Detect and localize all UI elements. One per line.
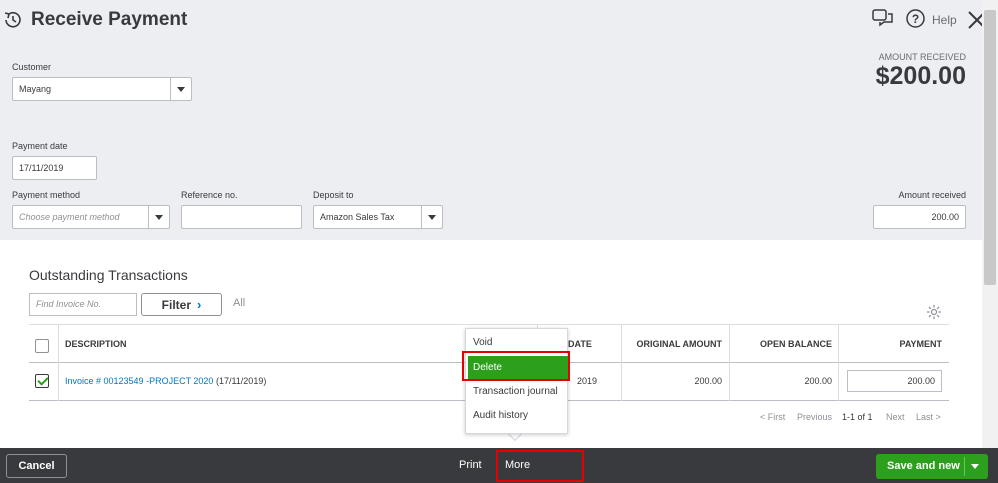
payment-method-placeholder: Choose payment method — [19, 212, 120, 222]
deposit-label: Deposit to — [313, 190, 354, 200]
save-split-divider — [964, 457, 965, 476]
column-header-description[interactable]: DESCRIPTION — [65, 339, 127, 349]
payment-date-field[interactable]: 17/11/2019 — [12, 156, 97, 180]
column-header-original-amount[interactable]: ORIGINAL AMOUNT — [637, 339, 723, 349]
history-icon[interactable] — [2, 9, 24, 31]
print-button[interactable]: Print — [459, 459, 482, 471]
pager-range: 1-1 of 1 — [842, 412, 873, 422]
cancel-button[interactable]: Cancel — [6, 454, 67, 478]
deposit-value: Amazon Sales Tax — [320, 212, 395, 222]
customer-label: Customer — [12, 62, 52, 72]
column-divider — [621, 324, 622, 401]
table-row-open-balance: 200.00 — [804, 376, 832, 386]
payment-method-select[interactable]: Choose payment method — [12, 205, 170, 229]
filter-label: Filter — [161, 297, 191, 312]
payment-header-panel — [0, 0, 982, 240]
column-divider — [729, 324, 730, 401]
svg-text:?: ? — [912, 12, 919, 26]
pager-next[interactable]: Next — [886, 412, 905, 422]
invoice-date: (17/11/2019) — [215, 376, 267, 386]
menu-item-transaction-journal[interactable]: Transaction journal — [473, 386, 558, 397]
column-header-payment[interactable]: PAYMENT — [899, 339, 942, 349]
amount-received-field[interactable]: 200.00 — [873, 205, 966, 229]
page-title: Receive Payment — [31, 9, 188, 30]
reference-label: Reference no. — [181, 190, 238, 200]
payment-date-label: Payment date — [12, 141, 68, 151]
column-divider — [58, 324, 59, 401]
column-header-date[interactable]: DATE — [568, 339, 592, 349]
invoice-link[interactable]: Invoice # 00123549 -PROJECT 2020 — [65, 376, 213, 386]
pager-first[interactable]: < First — [760, 412, 785, 422]
save-and-new-label[interactable]: Save and new — [887, 460, 960, 472]
reference-field[interactable] — [181, 205, 302, 229]
menu-item-audit-history[interactable]: Audit history — [473, 410, 528, 421]
more-menu: Void Delete Transaction journal Audit hi… — [465, 328, 568, 434]
amount-received-total: $200.00 — [875, 62, 966, 90]
row-checkbox[interactable] — [35, 374, 49, 388]
column-header-open-balance[interactable]: OPEN BALANCE — [760, 339, 832, 349]
filter-button[interactable]: Filter › — [141, 293, 222, 316]
gear-icon[interactable] — [926, 304, 942, 320]
table-row-original-amount: 200.00 — [694, 376, 722, 386]
delete-highlight-box — [462, 351, 570, 381]
scrollbar-thumb[interactable] — [984, 10, 996, 285]
feedback-icon[interactable] — [872, 9, 894, 29]
customer-select[interactable]: Mayang — [12, 77, 192, 101]
chevron-down-icon[interactable] — [170, 78, 191, 100]
help-icon[interactable]: ? — [906, 9, 925, 28]
pager-previous[interactable]: Previous — [797, 412, 832, 422]
find-invoice-input[interactable]: Find Invoice No. — [29, 293, 137, 316]
chevron-down-icon[interactable] — [421, 206, 442, 228]
amount-received-caption: AMOUNT RECEIVED — [878, 52, 966, 62]
filter-all-label: All — [233, 297, 246, 309]
chevron-down-icon[interactable] — [148, 206, 169, 228]
table-row-due-date: 2019 — [577, 376, 598, 386]
customer-value: Mayang — [19, 84, 52, 94]
chevron-right-icon: › — [197, 297, 202, 312]
more-highlight-box — [496, 450, 584, 482]
amount-received-label: Amount received — [898, 190, 966, 200]
column-divider — [838, 324, 839, 401]
chevron-down-icon[interactable] — [971, 464, 979, 469]
menu-item-void[interactable]: Void — [473, 337, 492, 348]
payment-amount-input[interactable]: 200.00 — [847, 370, 942, 392]
select-all-checkbox[interactable] — [35, 339, 49, 353]
help-link[interactable]: Help — [932, 13, 957, 27]
deposit-select[interactable]: Amazon Sales Tax — [313, 205, 443, 229]
pager-last[interactable]: Last > — [916, 412, 941, 422]
table-row-description: Invoice # 00123549 -PROJECT 2020 (17/11/… — [65, 376, 266, 386]
outstanding-transactions-title: Outstanding Transactions — [29, 267, 188, 283]
payment-method-label: Payment method — [12, 190, 81, 200]
table-top-border — [29, 324, 949, 325]
